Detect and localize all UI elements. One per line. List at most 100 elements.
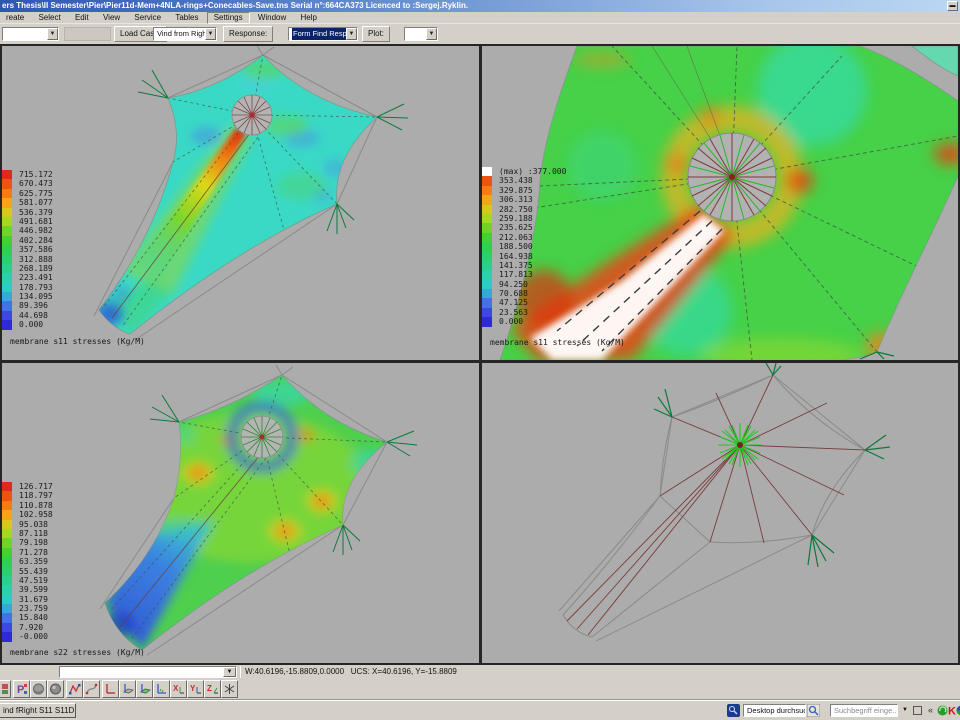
legend-value: 134.095 <box>19 292 53 301</box>
ring-bottom-left <box>241 416 283 458</box>
legend-row: 357.586 <box>2 245 53 254</box>
magnifier-button[interactable] <box>807 704 820 717</box>
menu-item-create[interactable]: reate <box>0 12 30 24</box>
ucs-plane-align-icon[interactable] <box>136 680 153 698</box>
legend-value: 55.439 <box>19 567 48 576</box>
legend-row: 0.000 <box>482 317 566 326</box>
spline-points-icon[interactable] <box>83 680 100 698</box>
selection-filter-icon[interactable] <box>0 680 11 698</box>
taskbar-app-button[interactable]: ind fRight S11 S11D S2... <box>0 703 76 718</box>
legend-color-cell <box>2 548 12 557</box>
legend-value: 306.313 <box>499 195 533 204</box>
ring-top-right <box>688 133 776 221</box>
chevron-down-icon[interactable]: ▼ <box>902 707 908 713</box>
menu-item-help[interactable]: Help <box>295 12 323 24</box>
legend-s11-zoom: (max) :377.000 353.438 329.875 306.313 2… <box>482 167 566 327</box>
legend-color-cell <box>2 273 12 282</box>
shade-sphere-2-icon[interactable] <box>47 680 64 698</box>
collapse-tray-button[interactable]: « <box>928 704 933 717</box>
legend-value: 536.379 <box>19 208 53 217</box>
status-bar: ▼ W:40.6196,-15.8809,0.0000 UCS: X=40.61… <box>0 665 960 679</box>
menu-item-settings[interactable]: Settings <box>207 12 250 24</box>
legend-row: 47.519 <box>2 576 53 585</box>
legend-color-cell <box>2 613 12 622</box>
legend-value: 63.359 <box>19 557 48 566</box>
search-term-placeholder: Suchbegriff einge... <box>834 706 898 715</box>
legend-color-cell <box>2 482 12 491</box>
view-y-icon[interactable]: Y <box>187 680 204 698</box>
load-case-value: Vind from Right <box>157 29 209 38</box>
legend-row: 268.189 <box>2 264 53 273</box>
menu-item-edit[interactable]: Edit <box>69 12 95 24</box>
menu-item-view[interactable]: View <box>97 12 126 24</box>
legend-row: 89.396 <box>2 301 53 310</box>
legend-value: 329.875 <box>499 186 533 195</box>
print-palette-icon[interactable]: P <box>13 680 30 698</box>
chevron-down-icon[interactable]: ▼ <box>426 28 437 40</box>
legend-row: 71.278 <box>2 548 53 557</box>
desktop-search-icon[interactable] <box>727 704 740 717</box>
legend-color-cell <box>2 236 12 245</box>
plot-combobox[interactable]: ▼ <box>404 27 438 41</box>
legend-value: 223.491 <box>19 273 53 282</box>
viewport-top-right[interactable]: (max) :377.000 353.438 329.875 306.313 2… <box>482 46 958 360</box>
viewport-bottom-right[interactable] <box>482 363 958 663</box>
legend-row: 282.750 <box>482 205 566 214</box>
legend-row: 178.793 <box>2 283 53 292</box>
toolbar: ▼ Load Case: Vind from Right▼ Response: … <box>0 24 960 44</box>
legend-color-cell <box>2 576 12 585</box>
node-path-icon[interactable] <box>66 680 83 698</box>
shade-sphere-icon[interactable] <box>30 680 47 698</box>
view-z-icon[interactable]: Z <box>204 680 221 698</box>
viewport-bottom-left[interactable]: 126.717 118.797 110.878 102.958 95.038 8… <box>2 363 479 663</box>
legend-row: 94.250 <box>482 280 566 289</box>
legend-color-cell <box>2 189 12 198</box>
load-case-combobox[interactable]: Vind from Right▼ <box>153 27 217 41</box>
membrane-plot-s22-overview <box>2 363 479 663</box>
response-combobox[interactable]: Form Find Respo▼ <box>288 27 358 41</box>
legend-value: 141.375 <box>499 261 533 270</box>
svg-text:K: K <box>948 706 956 717</box>
menu-item-service[interactable]: Service <box>128 12 167 24</box>
tray-globe-icon[interactable] <box>956 705 960 718</box>
chevron-down-icon[interactable]: ▼ <box>346 28 357 40</box>
legend-row: 0.000 <box>2 320 53 329</box>
legend-value: 47.519 <box>19 576 48 585</box>
legend-row: 79.198 <box>2 538 53 547</box>
unnamed-combobox[interactable]: ▼ <box>2 27 59 41</box>
command-combobox[interactable]: ▼ <box>59 666 237 678</box>
ucs-plane-icon[interactable] <box>119 680 136 698</box>
legend-color-cell <box>482 298 492 307</box>
axis-divisions-icon[interactable] <box>153 680 170 698</box>
legend-row: 581.077 <box>2 198 53 207</box>
legend-value: 117.813 <box>499 270 533 279</box>
legend-color-cell <box>482 308 492 317</box>
plot-label: Plot: <box>362 26 390 42</box>
menubar: reate Select Edit View Service Tables Se… <box>0 12 960 24</box>
legend-value: 87.118 <box>19 529 48 538</box>
legend-row: 141.375 <box>482 261 566 270</box>
window-title: ers Thesis\II Semester\Pier\Pier11d-Mem+… <box>2 1 468 10</box>
legend-row: 625.775 <box>2 189 53 198</box>
coordinate-readout: W:40.6196,-15.8809,0.0000 UCS: X=40.6196… <box>245 665 457 679</box>
view-x-icon[interactable]: X <box>170 680 187 698</box>
viewport-top-left[interactable]: 715.172 670.473 625.775 581.077 536.379 … <box>2 46 479 360</box>
legend-value: 178.793 <box>19 283 53 292</box>
view-axonometric-icon[interactable] <box>221 680 238 698</box>
axis-origin-icon[interactable] <box>102 680 119 698</box>
legend-row: 95.038 <box>2 520 53 529</box>
search-term-field[interactable]: Suchbegriff einge... <box>830 704 898 717</box>
chevron-down-icon[interactable]: ▼ <box>205 28 216 40</box>
legend-color-cell <box>2 604 12 613</box>
legend-row: 353.438 <box>482 176 566 185</box>
menu-item-select[interactable]: Select <box>32 12 66 24</box>
chevron-down-icon[interactable]: ▼ <box>47 28 58 40</box>
desktop-search-field[interactable]: Desktop durchsucher <box>743 704 806 717</box>
chevron-down-icon[interactable]: ▼ <box>223 667 236 677</box>
legend-value: 357.586 <box>19 245 53 254</box>
window-toggle-icon[interactable] <box>913 706 922 715</box>
legend-value: 23.759 <box>19 604 48 613</box>
minimize-button[interactable]: ▬ <box>947 1 958 11</box>
menu-item-window[interactable]: Window <box>252 12 292 24</box>
menu-item-tables[interactable]: Tables <box>169 12 204 24</box>
